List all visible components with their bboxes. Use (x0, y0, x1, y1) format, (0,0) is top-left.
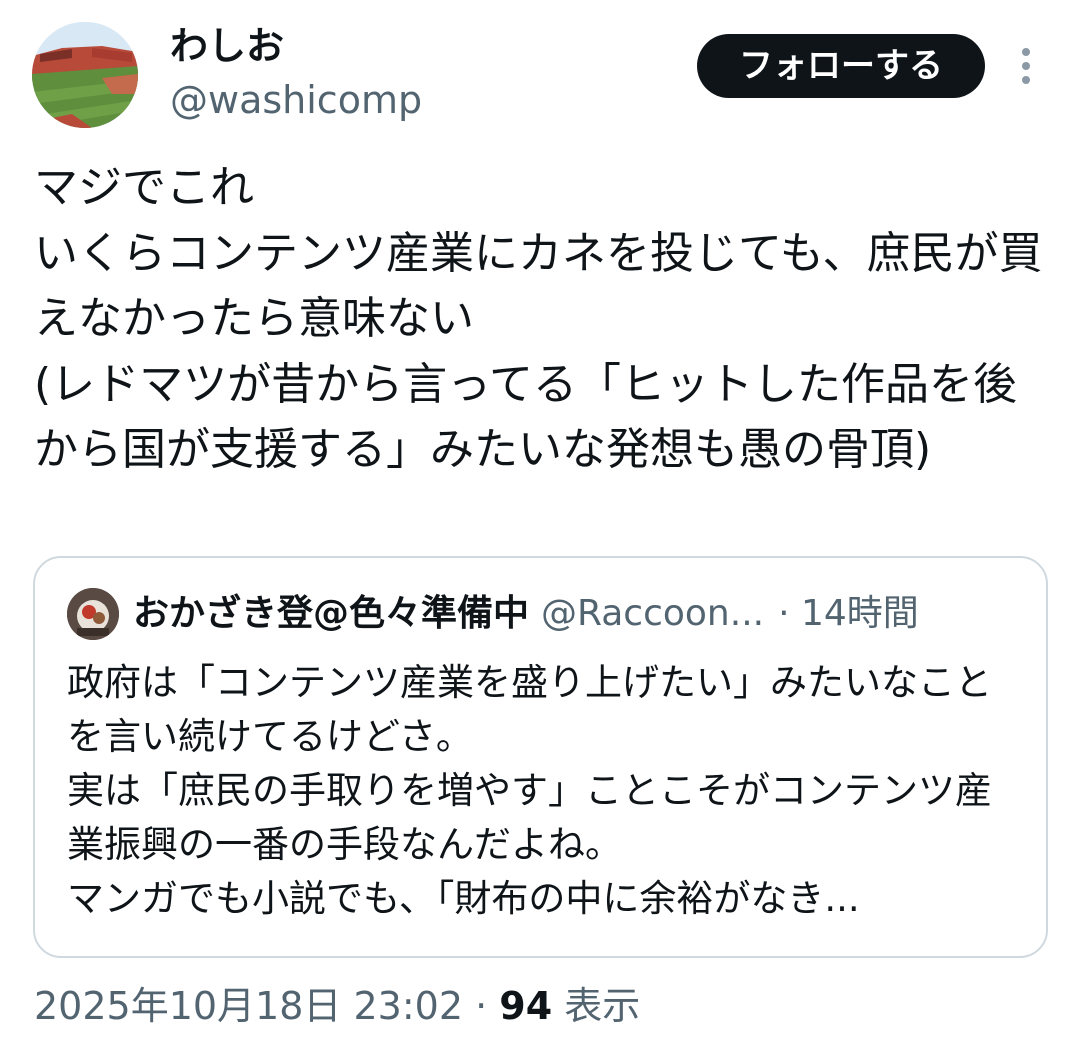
views-label: 表示 (564, 984, 641, 1028)
author-avatar[interactable] (32, 22, 138, 128)
views-count: 94 (499, 984, 553, 1028)
quoted-author-name: おかざき登@色々準備中 (133, 593, 530, 634)
author-display-name[interactable]: わしお (170, 22, 284, 70)
quoted-author-avatar (67, 588, 119, 640)
tweet-text: マジでこれ いくらコンテンツ産業にカネを投じても、庶民が買えなかったら意味ない … (34, 162, 1043, 475)
quoted-tweet-time: · 14時間 (778, 593, 919, 634)
quoted-tweet-header: おかざき登@色々準備中 @Raccoon... · 14時間 (133, 588, 1033, 640)
quoted-author-handle: @Raccoon... (541, 593, 765, 634)
tweet-timestamp[interactable]: 2025年10月18日 23:02 (34, 984, 463, 1028)
stadium-photo-icon (32, 22, 138, 128)
follow-button[interactable]: フォローする (697, 34, 985, 98)
quoted-tweet-card[interactable]: おかざき登@色々準備中 @Raccoon... · 14時間 政府は「コンテンツ産業… (33, 556, 1048, 958)
meta-separator: · (475, 984, 488, 1028)
quoted-tweet-text: 政府は「コンテンツ産業を盛り上げたい」みたいなことを言い続けてるけどさ。 実は「… (67, 661, 992, 920)
food-photo-icon (67, 588, 119, 640)
tweet-meta: 2025年10月18日 23:02 · 94 表示 (34, 980, 640, 1032)
tweet: わしお @washicomp フォローする マジでこれ いくらコンテンツ産業にカ… (0, 0, 1080, 1063)
author-handle[interactable]: @washicomp (170, 76, 422, 124)
more-vertical-icon[interactable] (1008, 44, 1044, 88)
